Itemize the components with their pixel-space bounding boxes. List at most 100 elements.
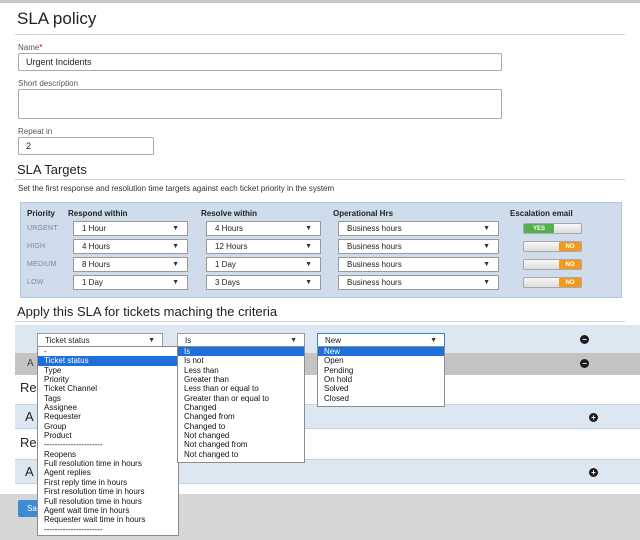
remove-criteria-icon[interactable]: −: [580, 359, 589, 368]
add-condition-icon[interactable]: +: [589, 468, 598, 477]
dropdown-arrow-icon: ▼: [290, 337, 297, 344]
dropdown-option[interactable]: Assignee: [38, 403, 178, 412]
dropdown-option[interactable]: Not changed to: [178, 450, 304, 459]
dropdown-arrow-icon: ▼: [305, 279, 312, 286]
dropdown-arrow-icon: ▼: [483, 279, 490, 286]
dropdown-option[interactable]: Not changed: [178, 431, 304, 440]
hours-select-urgent[interactable]: Business hours ▼: [338, 221, 499, 236]
top-border: [0, 0, 640, 3]
priority-urgent: URGENT: [27, 225, 58, 232]
criteria-divider: [15, 321, 625, 322]
dropdown-option[interactable]: Greater than: [178, 375, 304, 384]
dropdown-option[interactable]: Full resolution time in hours: [38, 459, 178, 468]
dropdown-option[interactable]: Reopens: [38, 450, 178, 459]
dropdown-option[interactable]: Open: [318, 356, 444, 365]
dropdown-option[interactable]: Closed: [318, 394, 444, 403]
dropdown-option[interactable]: Less than or equal to: [178, 384, 304, 393]
escalation-toggle-high[interactable]: NO: [523, 241, 582, 252]
dropdown-option[interactable]: Type: [38, 366, 178, 375]
add-condition-icon[interactable]: +: [589, 413, 598, 422]
dropdown-arrow-icon: ▼: [483, 225, 490, 232]
dropdown-option[interactable]: ----------------------: [38, 440, 178, 449]
remove-criteria-icon[interactable]: −: [580, 335, 589, 344]
repeat-label: Repeat in: [18, 127, 53, 136]
dropdown-option[interactable]: Full resolution time in hours: [38, 497, 178, 506]
criteria-heading: Apply this SLA for tickets maching the c…: [17, 304, 278, 319]
dropdown-option[interactable]: Tags: [38, 394, 178, 403]
respond-select-high[interactable]: 4 Hours ▼: [73, 239, 188, 254]
dropdown-option[interactable]: Not changed from: [178, 440, 304, 449]
hours-select-high[interactable]: Business hours ▼: [338, 239, 499, 254]
dropdown-option[interactable]: On hold: [318, 375, 444, 384]
priority-low: LOW: [27, 279, 44, 286]
dropdown-option[interactable]: Requester: [38, 412, 178, 421]
page-title: SLA policy: [17, 9, 97, 28]
dropdown-option[interactable]: Is: [178, 347, 304, 357]
criteria-row-2-label: A: [27, 358, 34, 369]
resolve-select-low[interactable]: 3 Days ▼: [206, 275, 321, 290]
targets-divider: [15, 179, 625, 180]
dropdown-option[interactable]: Agent replies: [38, 468, 178, 477]
dropdown-option[interactable]: First reply time in hours: [38, 478, 178, 487]
dropdown-option[interactable]: Priority: [38, 375, 178, 384]
dropdown-arrow-icon: ▼: [483, 243, 490, 250]
dropdown-arrow-icon: ▼: [172, 261, 179, 268]
dropdown-option[interactable]: Is not: [178, 356, 304, 365]
escalation-toggle-urgent[interactable]: YES: [523, 223, 582, 234]
dropdown-option[interactable]: Group: [38, 422, 178, 431]
col-priority: Priority: [27, 209, 56, 218]
dropdown-arrow-icon: ▼: [305, 261, 312, 268]
priority-medium: MEDIUM: [27, 261, 57, 268]
respond-select-low[interactable]: 1 Day ▼: [73, 275, 188, 290]
dropdown-option[interactable]: Greater than or equal to: [178, 394, 304, 403]
dropdown-option[interactable]: Solved: [318, 384, 444, 393]
name-input[interactable]: Urgent Incidents: [18, 53, 502, 71]
criteria-field-dropdown[interactable]: - Ticket status Type Priority Ticket Channel…: [37, 346, 179, 536]
resolve-select-medium[interactable]: 1 Day ▼: [206, 257, 321, 272]
hours-select-low[interactable]: Business hours ▼: [338, 275, 499, 290]
dropdown-option[interactable]: -: [38, 347, 178, 356]
dropdown-option[interactable]: Less than: [178, 366, 304, 375]
dropdown-option[interactable]: Requester wait time in hours: [38, 515, 178, 524]
col-respond-within: Respond within: [68, 209, 128, 218]
dropdown-arrow-icon: ▼: [305, 243, 312, 250]
resolve-select-urgent[interactable]: 4 Hours ▼: [206, 221, 321, 236]
short-description-input[interactable]: [18, 89, 502, 119]
dropdown-option[interactable]: Changed: [178, 403, 304, 412]
dropdown-option[interactable]: Product: [38, 431, 178, 440]
dropdown-arrow-icon: ▼: [305, 225, 312, 232]
escalation-toggle-low[interactable]: NO: [523, 277, 582, 288]
dropdown-arrow-icon: ▼: [172, 225, 179, 232]
col-resolve-within: Resolve within: [201, 209, 258, 218]
col-escalation-email: Escalation email: [510, 209, 573, 218]
respond-select-medium[interactable]: 8 Hours ▼: [73, 257, 188, 272]
sla-targets-heading: SLA Targets: [17, 162, 87, 177]
hours-select-medium[interactable]: Business hours ▼: [338, 257, 499, 272]
dropdown-arrow-icon: ▼: [430, 337, 437, 344]
dropdown-option[interactable]: Changed to: [178, 422, 304, 431]
dropdown-option[interactable]: First resolution time in hours: [38, 487, 178, 496]
sla-targets-description: Set the first response and resolution ti…: [18, 184, 335, 193]
dropdown-arrow-icon: ▼: [172, 243, 179, 250]
dropdown-option[interactable]: Changed from: [178, 412, 304, 421]
criteria-operator-dropdown[interactable]: Is Is not Less than Greater than Less than o…: [177, 346, 305, 463]
dropdown-option[interactable]: Ticket status: [38, 356, 178, 366]
col-operational-hrs: Operational Hrs: [333, 209, 394, 218]
dropdown-option[interactable]: Ticket Channel: [38, 384, 178, 393]
escalation-toggle-medium[interactable]: NO: [523, 259, 582, 270]
repeat-input[interactable]: 2: [18, 137, 154, 155]
section-heading-2: Re: [20, 435, 37, 450]
resolve-select-high[interactable]: 12 Hours ▼: [206, 239, 321, 254]
name-label: Name*: [18, 43, 43, 52]
criteria-value-dropdown[interactable]: New Open Pending On hold Solved Closed: [317, 346, 445, 407]
dropdown-option[interactable]: Agent wait time in hours: [38, 506, 178, 515]
dropdown-arrow-icon: ▼: [483, 261, 490, 268]
priority-high: HIGH: [27, 243, 46, 250]
dropdown-arrow-icon: ▼: [172, 279, 179, 286]
respond-select-urgent[interactable]: 1 Hour ▼: [73, 221, 188, 236]
dropdown-option[interactable]: Pending: [318, 366, 444, 375]
dropdown-option[interactable]: New: [318, 347, 444, 357]
section-heading-1: Re: [20, 380, 37, 395]
title-divider: [15, 34, 625, 35]
dropdown-option[interactable]: ----------------------: [38, 525, 178, 534]
